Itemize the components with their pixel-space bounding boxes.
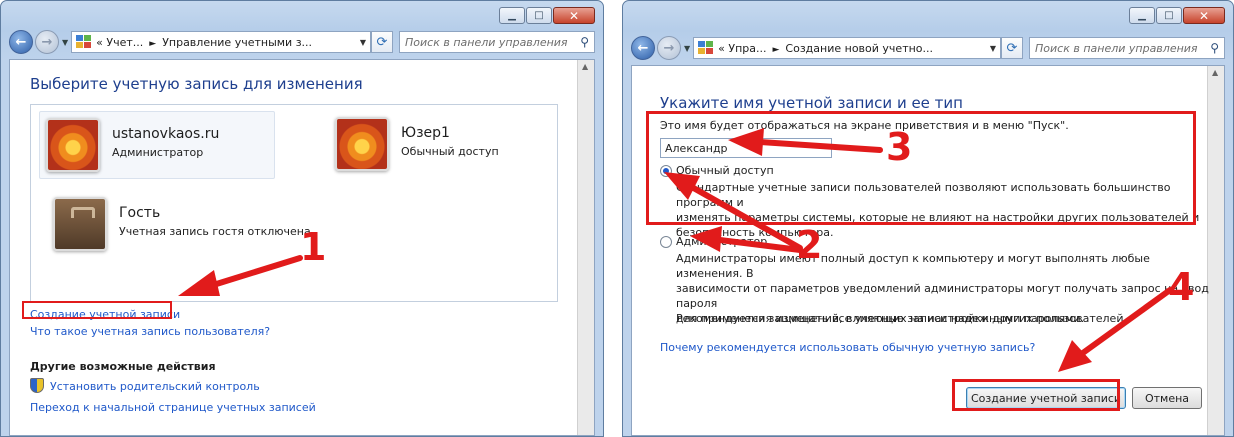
accounts-window: ▁ □ ✕ ← → ▼ « Учет... ► Управление учетным… — [0, 0, 604, 437]
breadcrumb-item-accounts[interactable]: Учет... — [106, 36, 143, 49]
history-dropdown-icon[interactable]: ▼ — [62, 38, 68, 47]
flower-avatar-icon — [46, 118, 100, 172]
scroll-up-icon[interactable]: ▲ — [582, 62, 588, 71]
refresh-button[interactable]: ⟳ — [371, 31, 393, 53]
search-placeholder: Поиск в панели управления — [405, 35, 568, 49]
window-controls: ▁ □ ✕ — [498, 7, 595, 24]
breadcrumb-item-manage[interactable]: Упра... — [728, 42, 766, 55]
account-tile-user1[interactable]: Юзер1 Обычный доступ — [335, 117, 499, 171]
account-list: ustanovkaos.ru Администратор Юзер1 Обычн… — [30, 104, 558, 302]
other-actions-title: Другие возможные действия — [30, 360, 216, 373]
breadcrumb-prefix[interactable]: « — [718, 42, 725, 55]
cancel-button[interactable]: Отмена — [1132, 387, 1202, 409]
arrow-right-icon: → — [663, 40, 675, 56]
address-bar[interactable]: « Упра... ► Создание новой учетно... ▼ — [693, 37, 1001, 59]
search-icon[interactable]: ⚲ — [1210, 41, 1219, 55]
arrow-left-icon: ← — [637, 40, 649, 56]
close-button[interactable]: ✕ — [553, 7, 595, 24]
breadcrumb: « Учет... ► Управление учетными з... — [96, 36, 356, 49]
navigation-bar: ← → ▼ « Упра... ► Создание новой учетно...… — [631, 35, 1225, 61]
what-is-account-link[interactable]: Что такое учетная запись пользователя? — [30, 325, 270, 338]
minimize-button[interactable]: ▁ — [499, 7, 525, 24]
scrollbar[interactable]: ▲ — [577, 60, 594, 435]
annotation-number-2: 2 — [796, 223, 823, 267]
why-standard-link[interactable]: Почему рекомендуется использовать обычну… — [660, 341, 1035, 354]
shield-icon — [30, 378, 44, 393]
arrow-left-icon: ← — [15, 34, 27, 50]
breadcrumb-item-manage[interactable]: Управление учетными з... — [162, 36, 312, 49]
page-title: Укажите имя учетной записи и ее тип — [660, 94, 963, 112]
control-panel-icon — [76, 35, 92, 49]
refresh-button[interactable]: ⟳ — [1001, 37, 1023, 59]
account-tile-ustanovkaos[interactable]: ustanovkaos.ru Администратор — [39, 111, 275, 179]
search-icon[interactable]: ⚲ — [580, 35, 589, 49]
refresh-icon: ⟳ — [1006, 40, 1018, 56]
search-input[interactable]: Поиск в панели управления ⚲ — [1029, 37, 1225, 59]
briefcase-avatar-icon — [53, 197, 107, 251]
parental-control-link[interactable]: Установить родительский контроль — [50, 380, 260, 393]
breadcrumb-item-create[interactable]: Создание новой учетно... — [785, 42, 933, 55]
recommend-text: Рекомендуется защищать все учетные запис… — [676, 312, 1085, 325]
account-type: Обычный доступ — [401, 145, 499, 158]
annotation-number-3: 3 — [886, 125, 913, 169]
window-controls: ▁ □ ✕ — [1128, 7, 1225, 24]
account-type: Учетная запись гостя отключена — [119, 225, 311, 238]
minimize-icon: ▁ — [1138, 9, 1146, 21]
annotation-number-1: 1 — [300, 225, 327, 269]
search-placeholder: Поиск в панели управления — [1035, 41, 1198, 55]
address-dropdown-icon[interactable]: ▼ — [360, 38, 366, 47]
admin-label[interactable]: Администратор — [676, 235, 767, 248]
breadcrumb-separator-icon[interactable]: ► — [149, 39, 156, 49]
maximize-icon: □ — [534, 9, 544, 21]
annotation-number-4: 4 — [1168, 265, 1195, 309]
back-button[interactable]: ← — [9, 30, 33, 54]
close-icon: ✕ — [568, 8, 580, 23]
admin-desc-line: Администраторы имеют полный доступ к ком… — [676, 252, 1150, 280]
navigation-bar: ← → ▼ « Учет... ► Управление учетными з...… — [9, 29, 595, 55]
arrow-right-icon: → — [41, 34, 53, 50]
account-type: Администратор — [112, 146, 204, 159]
control-panel-icon — [698, 41, 714, 55]
breadcrumb: « Упра... ► Создание новой учетно... — [718, 42, 986, 55]
account-name: Гость — [119, 205, 161, 221]
accounts-home-link[interactable]: Переход к начальной странице учетных зап… — [30, 401, 316, 414]
scroll-up-icon[interactable]: ▲ — [1212, 68, 1218, 77]
account-name: Юзер1 — [401, 125, 450, 141]
name-type-highlight — [646, 111, 1196, 225]
close-button[interactable]: ✕ — [1183, 7, 1225, 24]
history-dropdown-icon[interactable]: ▼ — [684, 44, 690, 53]
back-button[interactable]: ← — [631, 36, 655, 60]
address-dropdown-icon[interactable]: ▼ — [990, 44, 996, 53]
address-bar[interactable]: « Учет... ► Управление учетными з... ▼ — [71, 31, 371, 53]
close-icon: ✕ — [1198, 8, 1210, 23]
account-tile-guest[interactable]: Гость Учетная запись гостя отключена — [53, 197, 311, 251]
maximize-button[interactable]: □ — [526, 7, 552, 24]
flower-avatar-icon — [335, 117, 389, 171]
account-name: ustanovkaos.ru — [112, 126, 220, 142]
breadcrumb-separator-icon[interactable]: ► — [773, 45, 780, 55]
forward-button[interactable]: → — [657, 36, 681, 60]
create-link-highlight — [22, 301, 172, 319]
page-title: Выберите учетную запись для изменения — [30, 75, 363, 93]
breadcrumb-prefix[interactable]: « — [96, 36, 103, 49]
refresh-icon: ⟳ — [376, 34, 388, 50]
search-input[interactable]: Поиск в панели управления ⚲ — [399, 31, 595, 53]
forward-button[interactable]: → — [35, 30, 59, 54]
maximize-icon: □ — [1164, 9, 1174, 21]
admin-radio[interactable] — [660, 236, 672, 248]
minimize-button[interactable]: ▁ — [1129, 7, 1155, 24]
minimize-icon: ▁ — [508, 9, 516, 21]
admin-desc-line: зависимости от параметров уведомлений ад… — [676, 282, 1209, 310]
create-button-highlight — [952, 379, 1120, 411]
maximize-button[interactable]: □ — [1156, 7, 1182, 24]
